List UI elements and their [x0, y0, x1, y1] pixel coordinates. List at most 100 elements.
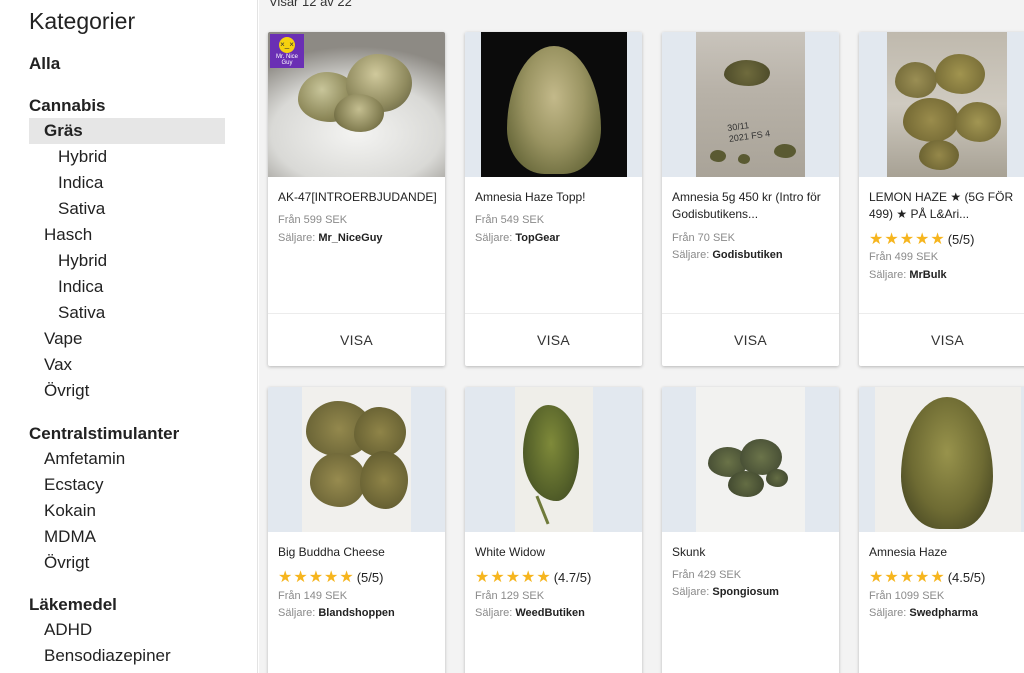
- product-image[interactable]: [268, 387, 445, 532]
- product-image[interactable]: [859, 387, 1024, 532]
- product-rating: ★★★★★ (5/5): [278, 567, 383, 587]
- seller-logo: ×_× Mr. Nice Guy: [270, 34, 304, 68]
- seller-name[interactable]: Swedpharma: [909, 607, 977, 619]
- sidebar-title: Kategorier: [29, 8, 136, 34]
- seller-name[interactable]: Mr_NiceGuy: [318, 232, 382, 244]
- product-image[interactable]: [859, 32, 1024, 177]
- product-seller: Säljare: Mr_NiceGuy: [278, 232, 383, 244]
- seller-prefix: Säljare:: [278, 232, 316, 244]
- product-seller: Säljare: Godisbutiken: [672, 249, 783, 261]
- seller-name[interactable]: Blandshoppen: [318, 607, 394, 619]
- seller-name[interactable]: Godisbutiken: [712, 249, 782, 261]
- product-title[interactable]: Amnesia Haze Topp!: [475, 189, 635, 206]
- category-item-hasch[interactable]: Hasch: [29, 222, 225, 248]
- product-seller: Säljare: Swedpharma: [869, 607, 978, 619]
- seller-prefix: Säljare:: [475, 232, 513, 244]
- seller-prefix: Säljare:: [672, 249, 710, 261]
- product-card[interactable]: Skunk Från 429 SEK Säljare: Spongiosum: [662, 387, 839, 673]
- category-lakemedel[interactable]: Läkemedel: [29, 593, 225, 617]
- dizzy-face-icon: ×_×: [279, 37, 295, 53]
- category-item-vape[interactable]: Vape: [29, 326, 225, 352]
- seller-prefix: Säljare:: [475, 607, 513, 619]
- category-group-lakemedel: Läkemedel ADHD Bensodiazepiner: [29, 593, 225, 669]
- category-item-hasch-indica[interactable]: Indica: [29, 274, 225, 300]
- seller-name[interactable]: Spongiosum: [712, 586, 779, 598]
- rating-score: (5/5): [947, 232, 975, 247]
- category-item-kokain[interactable]: Kokain: [29, 498, 225, 524]
- product-rating: ★★★★★ (5/5): [869, 229, 974, 249]
- results-count: Visar 12 av 22: [269, 0, 352, 9]
- category-item-hasch-sativa[interactable]: Sativa: [29, 300, 225, 326]
- category-item-hasch-hybrid[interactable]: Hybrid: [29, 248, 225, 274]
- seller-logo-text: Mr. Nice Guy: [275, 54, 298, 66]
- product-title[interactable]: Amnesia Haze: [869, 544, 1024, 561]
- category-item-stim-ovrigt[interactable]: Övrigt: [29, 550, 225, 576]
- product-grid: Visar 12 av 22 ×_× Mr. Nice Guy AK-47[IN…: [259, 0, 1024, 673]
- product-seller: Säljare: Blandshoppen: [278, 607, 395, 619]
- rating-score: (4.7/5): [553, 570, 592, 585]
- product-title[interactable]: White Widow: [475, 544, 635, 561]
- category-item-bensodiazepiner[interactable]: Bensodiazepiner: [29, 643, 225, 669]
- rating-score: (5/5): [356, 570, 384, 585]
- product-price: Från 599 SEK: [278, 214, 348, 226]
- view-button[interactable]: VISA: [859, 314, 1024, 366]
- seller-prefix: Säljare:: [869, 607, 907, 619]
- product-price: Från 1099 SEK: [869, 590, 945, 602]
- seller-name[interactable]: MrBulk: [909, 269, 946, 281]
- category-sidebar: Kategorier Alla Cannabis Gräs Hybrid Ind…: [0, 0, 258, 673]
- star-rating-icons: ★★★★★: [475, 569, 552, 586]
- category-group-cannabis: Cannabis Gräs Hybrid Indica Sativa Hasch…: [29, 94, 225, 404]
- product-image[interactable]: [465, 32, 642, 177]
- category-item-gras-hybrid[interactable]: Hybrid: [29, 144, 225, 170]
- seller-prefix: Säljare:: [672, 586, 710, 598]
- category-item-gras[interactable]: Gräs: [29, 118, 225, 144]
- category-item-amfetamin[interactable]: Amfetamin: [29, 446, 225, 472]
- product-title[interactable]: Skunk: [672, 544, 832, 561]
- product-seller: Säljare: Spongiosum: [672, 586, 779, 598]
- product-price: Från 129 SEK: [475, 590, 545, 602]
- star-rating-icons: ★★★★★: [278, 569, 355, 586]
- view-button[interactable]: VISA: [662, 314, 839, 366]
- view-button[interactable]: VISA: [268, 314, 445, 366]
- category-item-cannabis-ovrigt[interactable]: Övrigt: [29, 378, 225, 404]
- category-cannabis[interactable]: Cannabis: [29, 94, 225, 118]
- seller-name[interactable]: WeedButiken: [515, 607, 584, 619]
- product-card[interactable]: Amnesia Haze Topp! Från 549 SEK Säljare:…: [465, 32, 642, 366]
- product-card[interactable]: LEMON HAZE ★ (5G FÖR 499) ★ PÅ L&Ari... …: [859, 32, 1024, 366]
- category-item-vax[interactable]: Vax: [29, 352, 225, 378]
- product-image[interactable]: ×_× Mr. Nice Guy: [268, 32, 445, 177]
- view-button[interactable]: VISA: [465, 314, 642, 366]
- product-title[interactable]: AK-47[INTROERBJUDANDE]: [278, 189, 438, 206]
- product-image[interactable]: [465, 387, 642, 532]
- product-price: Från 429 SEK: [672, 569, 742, 581]
- star-rating-icons: ★★★★★: [869, 231, 946, 248]
- category-item-gras-indica[interactable]: Indica: [29, 170, 225, 196]
- product-rating: ★★★★★ (4.7/5): [475, 567, 591, 587]
- category-item-gras-sativa[interactable]: Sativa: [29, 196, 225, 222]
- category-item-adhd[interactable]: ADHD: [29, 617, 225, 643]
- category-item-mdma[interactable]: MDMA: [29, 524, 225, 550]
- product-title[interactable]: LEMON HAZE ★ (5G FÖR 499) ★ PÅ L&Ari...: [869, 189, 1024, 223]
- product-price: Från 149 SEK: [278, 590, 348, 602]
- rating-score: (4.5/5): [947, 570, 986, 585]
- category-group-centralstimulanter: Centralstimulanter Amfetamin Ecstacy Kok…: [29, 422, 225, 576]
- star-rating-icons: ★★★★★: [869, 569, 946, 586]
- product-seller: Säljare: TopGear: [475, 232, 560, 244]
- product-image[interactable]: 30/11 2021 FS 4: [662, 32, 839, 177]
- product-card[interactable]: Big Buddha Cheese ★★★★★ (5/5) Från 149 SE…: [268, 387, 445, 673]
- seller-name[interactable]: TopGear: [515, 232, 559, 244]
- seller-prefix: Säljare:: [278, 607, 316, 619]
- product-title[interactable]: Amnesia 5g 450 kr (Intro för Godisbutike…: [672, 189, 832, 223]
- product-rating: ★★★★★ (4.5/5): [869, 567, 985, 587]
- category-all[interactable]: Alla: [29, 54, 60, 74]
- product-image[interactable]: [662, 387, 839, 532]
- product-card[interactable]: 30/11 2021 FS 4 Amnesia 5g 450 kr (Intro…: [662, 32, 839, 366]
- category-item-ecstacy[interactable]: Ecstacy: [29, 472, 225, 498]
- product-seller: Säljare: MrBulk: [869, 269, 947, 281]
- product-title[interactable]: Big Buddha Cheese: [278, 544, 438, 561]
- product-card[interactable]: Amnesia Haze ★★★★★ (4.5/5) Från 1099 SEK …: [859, 387, 1024, 673]
- product-card[interactable]: ×_× Mr. Nice Guy AK-47[INTROERBJUDANDE] …: [268, 32, 445, 366]
- product-card[interactable]: White Widow ★★★★★ (4.7/5) Från 129 SEK Sä…: [465, 387, 642, 673]
- product-price: Från 549 SEK: [475, 214, 545, 226]
- category-centralstimulanter[interactable]: Centralstimulanter: [29, 422, 225, 446]
